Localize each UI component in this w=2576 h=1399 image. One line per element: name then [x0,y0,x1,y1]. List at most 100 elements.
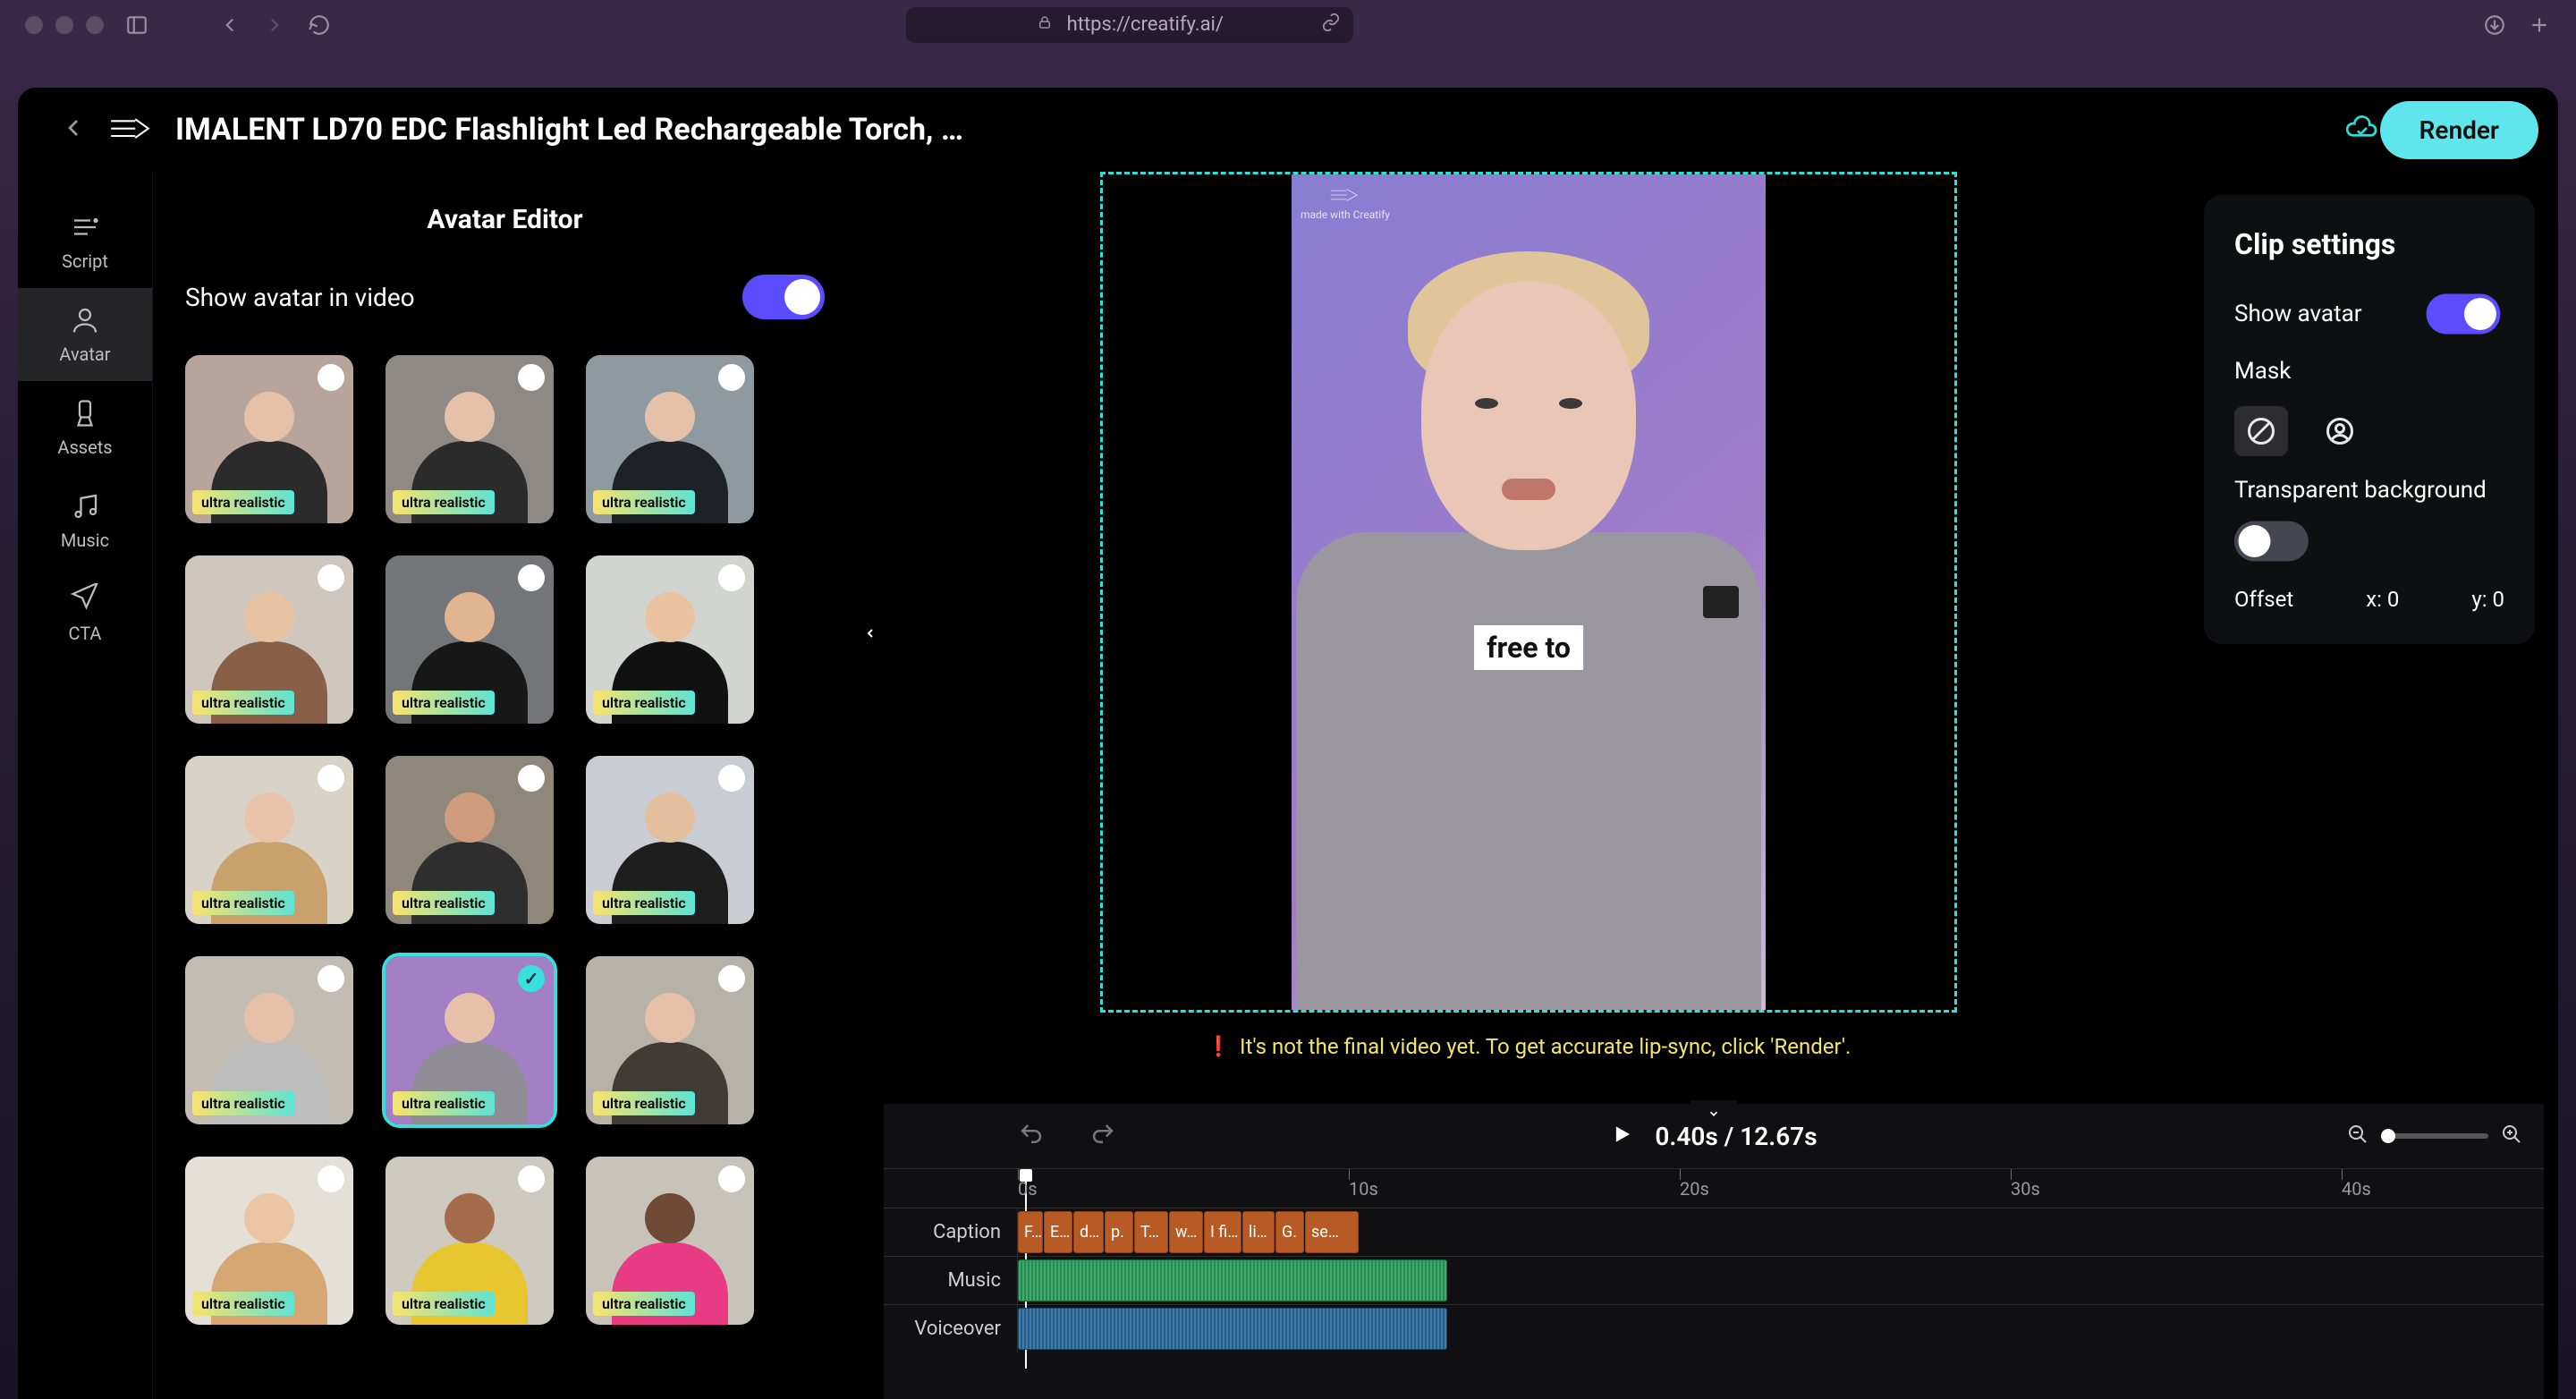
avatar-card[interactable]: ultra realistic [386,355,554,523]
caption-clip[interactable]: li… [1242,1211,1275,1253]
zoom-slider[interactable] [2381,1133,2488,1139]
avatar-card[interactable]: ultra realistic [185,756,353,924]
track-music: Music [884,1256,2544,1304]
select-indicator [318,564,344,591]
caption-clip[interactable]: E… [1044,1211,1072,1253]
select-indicator [318,364,344,391]
new-tab-icon[interactable] [2528,13,2551,37]
ruler-tick: 40s [2342,1169,2371,1208]
caption-clip[interactable]: T… [1134,1211,1168,1253]
select-indicator [718,965,745,992]
rail-label: CTA [69,623,102,644]
ruler-tick: 20s [1680,1169,1709,1208]
avatar-card[interactable]: ultra realistic [185,1157,353,1325]
rail-item-cta[interactable]: CTA [18,567,152,660]
settings-show-avatar-toggle[interactable] [2427,294,2501,335]
select-indicator [518,364,545,391]
avatar-tag: ultra realistic [192,1091,294,1115]
avatar-grid: ultra realisticultra realisticultra real… [185,355,825,1371]
watermark: made with Creatify [1301,183,1390,221]
preview-area: made with Creatify free to ❗ It's not th… [884,172,2174,1081]
rail-item-assets[interactable]: Assets [18,381,152,474]
live-caption: free to [1474,625,1583,670]
avatar-tag: ultra realistic [393,1091,495,1115]
app-logo [107,114,152,146]
share-icon[interactable] [1321,13,1341,38]
avatar-tag: ultra realistic [192,691,294,715]
select-indicator [518,564,545,591]
zoom-out-icon[interactable] [2347,1123,2368,1149]
avatar-card[interactable]: ultra realistic [586,555,754,724]
render-button[interactable]: Render [2380,101,2538,159]
caption-clip[interactable]: F… [1018,1211,1043,1253]
left-rail: Script Avatar Assets Music CTA [18,172,152,1399]
collapse-panel-handle[interactable] [857,589,884,678]
avatar-card[interactable]: ultra realistic [586,355,754,523]
avatar-tag: ultra realistic [393,891,495,915]
avatar-card[interactable]: ultra realistic [386,956,554,1124]
stage-bounding-box[interactable]: made with Creatify free to [1100,172,1957,1013]
cloud-saved-icon [2344,114,2380,145]
reload-icon[interactable] [308,13,331,37]
track-caption: Caption F…E…d…p.T…w…I fi…li…G.se… [884,1208,2544,1256]
play-icon[interactable] [1610,1123,1633,1149]
rail-item-script[interactable]: Script [18,195,152,288]
ruler-tick: 0s [1018,1169,1038,1208]
avatar-card[interactable]: ultra realistic [586,956,754,1124]
transparent-label: Transparent background [2234,476,2487,506]
address-bar[interactable]: https://creatify.ai/ [906,7,1353,43]
mask-none-button[interactable] [2234,406,2288,456]
rail-item-music[interactable]: Music [18,474,152,567]
select-indicator [718,364,745,391]
voiceover-clip[interactable] [1018,1308,1447,1350]
zoom-in-icon[interactable] [2501,1123,2522,1149]
avatar-card[interactable]: ultra realistic [386,555,554,724]
rail-item-avatar[interactable]: Avatar [18,288,152,381]
ruler-tick: 10s [1349,1169,1378,1208]
music-clip[interactable] [1018,1259,1447,1301]
download-icon[interactable] [2483,13,2506,37]
show-avatar-toggle[interactable] [742,275,825,319]
select-indicator [518,965,545,992]
app-back-icon[interactable] [59,114,88,146]
ruler-tick: 30s [2011,1169,2040,1208]
avatar-tag: ultra realistic [593,691,695,715]
avatar-card[interactable]: ultra realistic [386,756,554,924]
avatar-card[interactable]: ultra realistic [386,1157,554,1325]
nav-back-icon[interactable] [218,13,242,37]
offset-x: x: 0 [2366,587,2399,612]
sidebar-toggle-icon[interactable] [125,13,148,37]
caption-clip[interactable]: p. [1105,1211,1133,1253]
rail-label: Avatar [59,343,110,365]
avatar-card[interactable]: ultra realistic [185,355,353,523]
mask-label: Mask [2234,358,2291,385]
redo-icon[interactable] [1089,1121,1116,1151]
time-ruler[interactable]: 0s 10s 20s 30s 40s [884,1168,2544,1208]
window-controls[interactable] [25,16,104,34]
avatar-editor-panel: Avatar Editor Show avatar in video ultra… [152,172,857,1399]
playback-time: 0.40s / 12.67s [1655,1122,1817,1151]
caption-clip[interactable]: I fi… [1204,1211,1241,1253]
render-hint: ❗ It's not the final video yet. To get a… [1207,1034,1852,1059]
caption-clip[interactable]: G. [1275,1211,1304,1253]
undo-icon[interactable] [1018,1121,1045,1151]
project-title: IMALENT LD70 EDC Flashlight Led Recharge… [175,112,2328,148]
transparent-bg-toggle[interactable] [2234,521,2309,561]
avatar-card[interactable]: ultra realistic [586,1157,754,1325]
rail-label: Script [62,250,108,272]
avatar-card[interactable]: ultra realistic [185,956,353,1124]
caption-clip[interactable]: d… [1073,1211,1104,1253]
caption-clip[interactable]: w… [1169,1211,1203,1253]
url-text: https://creatify.ai/ [1067,13,1224,36]
mask-circle-button[interactable] [2313,406,2367,456]
settings-title: Clip settings [2234,227,2504,261]
select-indicator [718,564,745,591]
caption-clip[interactable]: se… [1305,1211,1359,1253]
show-avatar-label-2: Show avatar [2234,301,2362,327]
avatar-card[interactable]: ultra realistic [185,555,353,724]
avatar-tag: ultra realistic [393,490,495,514]
clip-settings-panel: Clip settings Show avatar Mask Transpare… [2204,195,2535,644]
avatar-card[interactable]: ultra realistic [586,756,754,924]
avatar-tag: ultra realistic [192,1292,294,1316]
select-indicator [518,1166,545,1192]
